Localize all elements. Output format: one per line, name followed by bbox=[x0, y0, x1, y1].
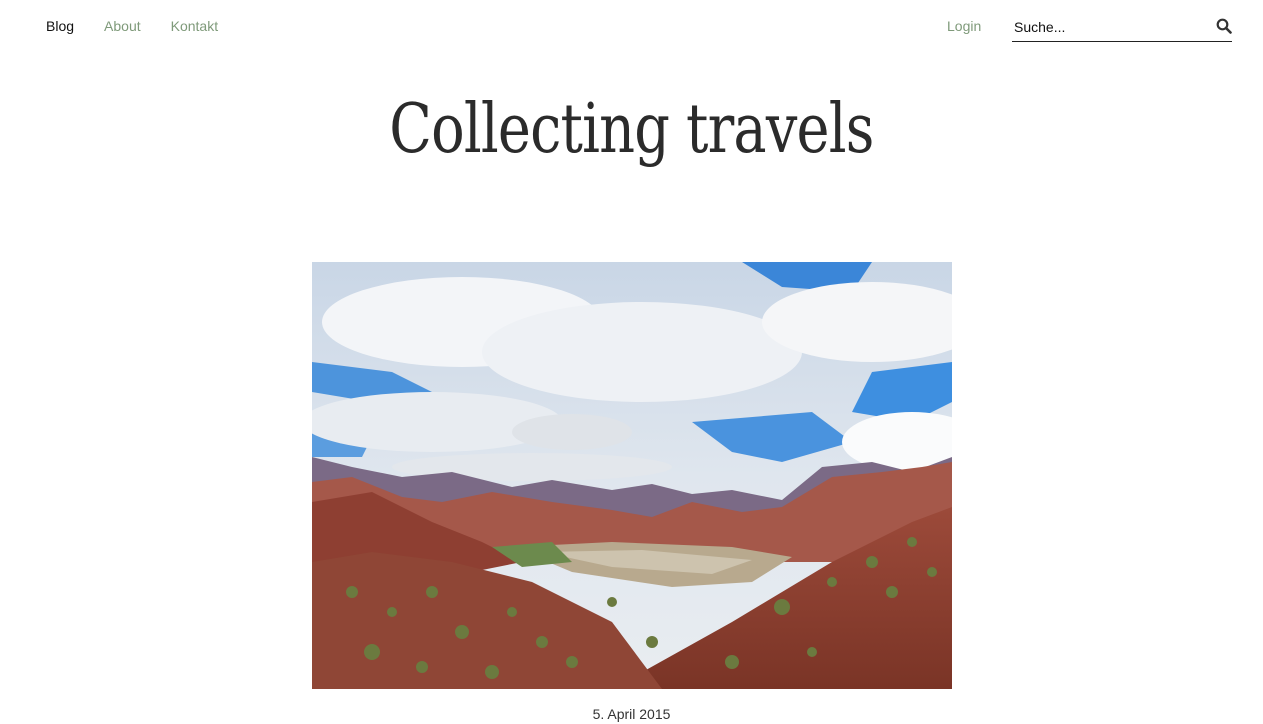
post-featured-image[interactable] bbox=[312, 262, 952, 689]
nav-item-about[interactable]: About bbox=[104, 17, 141, 35]
nav-item-kontakt[interactable]: Kontakt bbox=[171, 17, 218, 35]
post-date: 5. April 2015 bbox=[592, 706, 671, 722]
search-input[interactable] bbox=[1014, 16, 1204, 38]
search-box bbox=[1012, 12, 1232, 42]
login-link[interactable]: Login bbox=[947, 17, 981, 35]
nav-item-blog[interactable]: Blog bbox=[46, 17, 74, 35]
site-title[interactable]: Collecting travels bbox=[114, 80, 1150, 180]
main-nav: Blog About Kontakt bbox=[46, 17, 218, 35]
search-icon[interactable] bbox=[1216, 18, 1232, 34]
